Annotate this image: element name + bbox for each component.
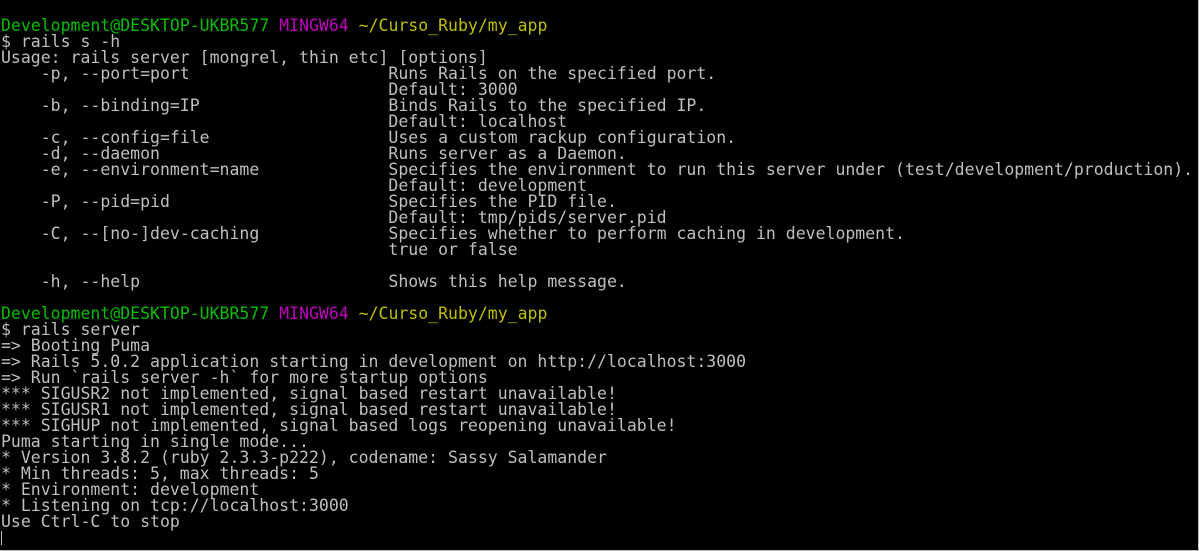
line-text — [349, 304, 359, 323]
line-text: -h, --help Shows this help message. — [1, 272, 627, 291]
line-text: Use Ctrl-C to stop — [1, 512, 180, 531]
input-line[interactable] — [1, 530, 1193, 546]
line-text — [349, 16, 359, 35]
prompt-line: Development@DESKTOP-UKBR577 MINGW64 ~/Cu… — [1, 304, 1193, 323]
command-line: $ rails server — [1, 321, 1193, 338]
line-text — [269, 16, 279, 35]
output-line: true or false — [1, 240, 1193, 259]
prompt-line: Development@DESKTOP-UKBR577 MINGW64 ~/Cu… — [1, 16, 1193, 35]
text-cursor — [1, 531, 2, 545]
output-line: -h, --help Shows this help message. — [1, 272, 1193, 291]
line-text — [269, 304, 279, 323]
prompt-system: MINGW64 — [279, 16, 349, 35]
line-text: true or false — [1, 240, 518, 259]
prompt-path: ~/Curso_Ruby/my_app — [358, 16, 548, 35]
output-line: Use Ctrl-C to stop — [1, 512, 1193, 531]
terminal-output: Development@DESKTOP-UKBR577 MINGW64 ~/Cu… — [1, 16, 1193, 546]
terminal-window[interactable]: Development@DESKTOP-UKBR577 MINGW64 ~/Cu… — [0, 0, 1198, 550]
prompt-path: ~/Curso_Ruby/my_app — [358, 304, 548, 323]
prompt-system: MINGW64 — [279, 304, 349, 323]
